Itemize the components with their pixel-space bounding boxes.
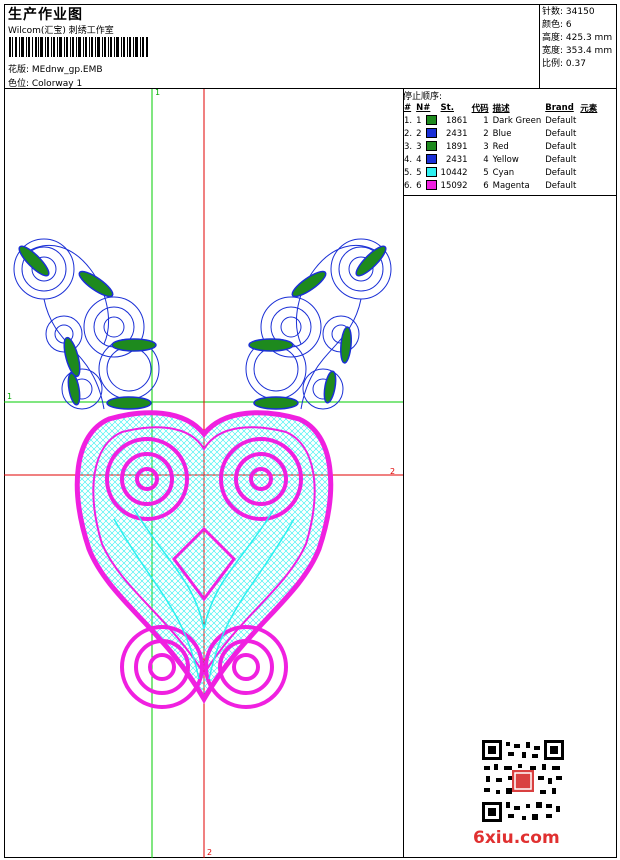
page-title: 生产作业图 xyxy=(8,7,83,23)
row-code: 5 xyxy=(483,167,489,178)
row-element xyxy=(578,153,599,166)
row-description: Magenta xyxy=(492,180,530,191)
row-brand: Default xyxy=(545,167,577,178)
row-code: 3 xyxy=(483,141,489,152)
table-row: 2. 2 2431 2 Blue Default xyxy=(402,127,599,140)
row-stitches: 1861 xyxy=(445,115,468,126)
heart-motif xyxy=(74,410,334,709)
row-needle: 2 xyxy=(416,128,422,139)
row-code: 2 xyxy=(483,128,489,139)
guide-label-h2: 2 xyxy=(390,467,395,476)
row-index: 5. xyxy=(404,167,413,178)
colorway-label: 色位: Colorway 1 xyxy=(8,79,83,89)
header-description: 描述 xyxy=(492,104,510,114)
header-stitches: St. xyxy=(440,103,454,113)
row-brand: Default xyxy=(545,180,577,191)
guide-label-v1: 1 xyxy=(155,89,160,97)
row-brand: Default xyxy=(545,128,577,139)
row-index: 4. xyxy=(404,154,413,165)
color-swatch xyxy=(425,180,437,191)
row-description: Dark Green xyxy=(492,115,542,126)
row-element xyxy=(578,127,599,140)
color-swatch xyxy=(425,154,437,165)
row-swatch xyxy=(424,140,439,153)
color-swatch xyxy=(425,141,437,152)
leaf-shapes xyxy=(18,245,387,410)
header-index: # xyxy=(404,103,412,113)
row-brand: Default xyxy=(545,141,577,152)
row-needle: 4 xyxy=(416,154,422,165)
table-row: 1. 1 1861 1 Dark Green Default xyxy=(402,114,599,127)
stat-height: 高度: 425.3 mm xyxy=(542,33,613,43)
row-index: 2. xyxy=(404,128,413,139)
stats-panel: 针数: 34150 颜色: 6 高度: 425.3 mm 宽度: 353.4 m… xyxy=(542,6,612,71)
guide-label-v2: 2 xyxy=(207,848,212,857)
row-description: Blue xyxy=(492,128,512,139)
row-description: Red xyxy=(492,141,509,152)
row-description: Yellow xyxy=(492,154,519,165)
header-brand: Brand xyxy=(545,103,574,113)
table-row: 6. 6 15092 6 Magenta Default xyxy=(402,179,599,192)
row-stitches: 2431 xyxy=(445,154,468,165)
row-swatch xyxy=(424,179,439,192)
stat-width: 宽度: 353.4 mm xyxy=(542,46,613,56)
page-subtitle: Wilcom(汇宝) 刺绣工作室 xyxy=(8,26,114,36)
row-index: 1. xyxy=(404,115,413,126)
row-index: 3. xyxy=(404,141,413,152)
row-needle: 3 xyxy=(416,141,422,152)
table-row: 5. 5 10442 5 Cyan Default xyxy=(402,166,599,179)
header-needle: N# xyxy=(416,103,431,113)
row-swatch xyxy=(424,166,439,179)
header-code: 代码 xyxy=(471,104,489,114)
header-element: 元素 xyxy=(580,104,598,114)
row-index: 6. xyxy=(404,180,413,191)
row-element xyxy=(578,179,599,192)
color-sequence-table: # N# St. 代码 描述 Brand 元素 1. 1 1861 1 Dark… xyxy=(402,102,599,192)
sequence-title: 停止顺序: xyxy=(403,92,443,102)
design-filename: 花版: MEdnw_gp.EMB xyxy=(8,65,103,75)
row-stitches: 15092 xyxy=(440,180,468,191)
table-row: 3. 3 1891 3 Red Default xyxy=(402,140,599,153)
qr-code xyxy=(482,740,564,822)
row-stitches: 2431 xyxy=(445,128,468,139)
guide-label-h1: 1 xyxy=(7,392,12,401)
row-stitches: 10442 xyxy=(440,167,468,178)
table-row: 4. 4 2431 4 Yellow Default xyxy=(402,153,599,166)
canvas-divider xyxy=(403,88,404,858)
row-needle: 6 xyxy=(416,180,422,191)
stat-colors: 颜色: 6 xyxy=(542,20,572,30)
watermark-text: 6xiu.com xyxy=(473,828,560,848)
row-swatch xyxy=(424,114,439,127)
stat-stitches: 针数: 34150 xyxy=(542,7,595,17)
row-needle: 1 xyxy=(416,115,422,126)
row-element xyxy=(578,114,599,127)
color-swatch xyxy=(425,128,437,139)
row-code: 1 xyxy=(483,115,489,126)
barcode xyxy=(9,37,148,57)
color-swatch xyxy=(425,115,437,126)
row-swatch xyxy=(424,127,439,140)
stats-divider xyxy=(539,4,540,88)
row-element xyxy=(578,166,599,179)
embroidery-canvas: 1 1 2 2 xyxy=(4,89,403,858)
row-needle: 5 xyxy=(416,167,422,178)
table-header-row: # N# St. 代码 描述 Brand 元素 xyxy=(402,102,599,114)
row-description: Cyan xyxy=(492,167,515,178)
row-code: 6 xyxy=(483,180,489,191)
row-stitches: 1891 xyxy=(445,141,468,152)
stat-scale: 比例: 0.37 xyxy=(542,59,586,69)
row-brand: Default xyxy=(545,115,577,126)
row-code: 4 xyxy=(483,154,489,165)
sequence-bottom-line xyxy=(403,195,617,196)
row-element xyxy=(578,140,599,153)
row-swatch xyxy=(424,153,439,166)
row-brand: Default xyxy=(545,154,577,165)
color-swatch xyxy=(425,167,437,178)
